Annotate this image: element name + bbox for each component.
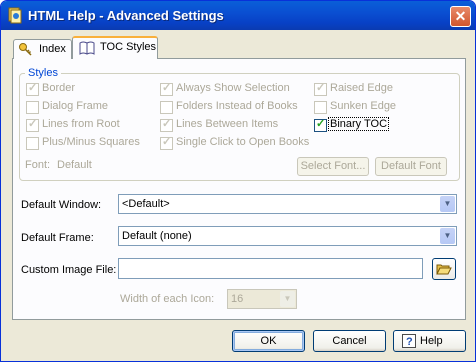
tab-toc-styles[interactable]: TOC Styles xyxy=(72,36,158,59)
plus-minus-squares-checkbox[interactable] xyxy=(26,137,39,150)
folders-instead-of-books-checkbox[interactable] xyxy=(160,101,173,114)
cancel-button[interactable]: Cancel xyxy=(313,330,386,352)
check-mark-icon: ✓ xyxy=(316,118,326,130)
default-frame-combo[interactable]: Default (none) ▼ xyxy=(118,226,457,246)
check-mark-icon: ✓ xyxy=(162,136,172,148)
advanced-settings-dialog: HTML Help - Advanced Settings ✕ Index TO… xyxy=(0,0,476,362)
styles-group-label: Styles xyxy=(25,67,61,79)
single-click-open-books-checkbox[interactable]: ✓ xyxy=(160,136,173,150)
key-icon xyxy=(19,43,32,56)
always-show-selection-checkbox[interactable]: ✓ xyxy=(160,82,173,96)
plus-minus-squares-label: Plus/Minus Squares xyxy=(42,136,140,148)
default-frame-label: Default Frame: xyxy=(21,232,94,244)
select-font-button[interactable]: Select Font... xyxy=(297,157,369,176)
check-mark-icon: ✓ xyxy=(28,82,38,94)
close-icon: ✕ xyxy=(454,8,467,24)
folder-open-icon xyxy=(436,264,452,275)
lines-from-root-label: Lines from Root xyxy=(42,118,120,130)
custom-image-file-input[interactable] xyxy=(118,258,423,279)
icon-width-value: 16 xyxy=(231,293,244,305)
sunken-edge-checkbox[interactable] xyxy=(314,101,327,114)
raised-edge-label: Raised Edge xyxy=(330,82,393,94)
book-icon xyxy=(79,41,95,55)
dialog-frame-checkbox[interactable] xyxy=(26,101,39,114)
check-mark-icon: ✓ xyxy=(28,118,38,130)
border-checkbox[interactable]: ✓ xyxy=(26,82,39,96)
binary-toc-checkbox[interactable]: ✓ xyxy=(314,118,327,132)
check-mark-icon: ✓ xyxy=(316,82,326,94)
title-bar[interactable]: HTML Help - Advanced Settings ✕ xyxy=(1,1,475,30)
lines-between-items-checkbox[interactable]: ✓ xyxy=(160,118,173,132)
chevron-down-icon[interactable]: ▼ xyxy=(440,196,455,212)
chevron-down-icon[interactable]: ▼ xyxy=(280,291,295,307)
ok-button[interactable]: OK xyxy=(232,330,305,352)
default-window-label: Default Window: xyxy=(21,199,102,211)
border-label: Border xyxy=(42,82,76,94)
single-click-open-books-label: Single Click to Open Books xyxy=(176,136,310,148)
lines-between-items-label: Lines Between Items xyxy=(176,118,279,130)
default-font-button[interactable]: Default Font xyxy=(375,157,447,176)
custom-image-file-label: Custom Image File: xyxy=(21,264,117,276)
tab-index[interactable]: Index xyxy=(13,39,72,59)
lines-from-root-checkbox[interactable]: ✓ xyxy=(26,118,39,132)
raised-edge-checkbox[interactable]: ✓ xyxy=(314,82,327,96)
help-button-label: Help xyxy=(420,335,443,347)
dialog-frame-label: Dialog Frame xyxy=(42,100,109,112)
font-label: Font: xyxy=(25,159,51,171)
help-question-icon: ? xyxy=(402,334,416,348)
svg-text:?: ? xyxy=(406,336,413,348)
always-show-selection-label: Always Show Selection xyxy=(176,82,290,94)
html-help-app-icon xyxy=(8,7,22,24)
folders-instead-of-books-label: Folders Instead of Books xyxy=(176,100,298,112)
default-frame-value: Default (none) xyxy=(122,230,192,242)
chevron-down-icon[interactable]: ▼ xyxy=(440,228,455,244)
close-button[interactable]: ✕ xyxy=(450,6,471,27)
icon-width-combo[interactable]: 16 ▼ xyxy=(227,289,297,309)
icon-width-label: Width of each Icon: xyxy=(120,293,215,305)
default-window-value: <Default> xyxy=(122,198,170,210)
help-button[interactable]: ? Help xyxy=(393,330,466,352)
tab-toc-label: TOC Styles xyxy=(100,41,157,53)
binary-toc-label: Binary TOC xyxy=(328,117,390,131)
tab-index-label: Index xyxy=(39,43,66,55)
font-value: Default xyxy=(57,159,92,171)
window-title: HTML Help - Advanced Settings xyxy=(28,8,224,23)
default-window-combo[interactable]: <Default> ▼ xyxy=(118,194,457,214)
check-mark-icon: ✓ xyxy=(162,82,172,94)
sunken-edge-label: Sunken Edge xyxy=(330,100,397,112)
browse-button[interactable] xyxy=(432,258,456,280)
check-mark-icon: ✓ xyxy=(162,118,172,130)
